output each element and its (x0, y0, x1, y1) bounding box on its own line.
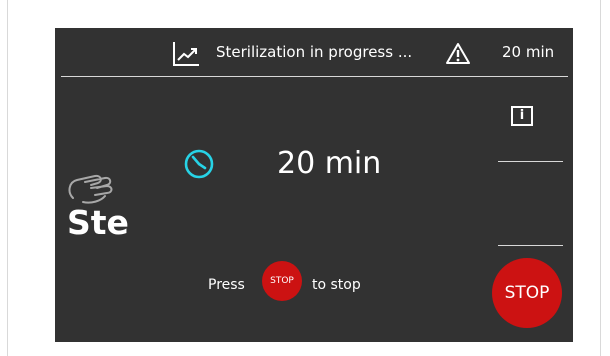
partial-label: Ste (67, 203, 129, 242)
press-label: Press (208, 277, 245, 293)
timer-value: 20 min (277, 146, 382, 181)
trend-chart-icon[interactable] (172, 41, 200, 67)
mini-stop-icon: STOP (262, 261, 302, 301)
status-bar: Sterilization in progress ... 20 min (55, 28, 573, 77)
remaining-time-header: 20 min (502, 43, 555, 61)
status-text: Sterilization in progress ... (216, 43, 413, 61)
side-divider-bottom (498, 245, 563, 246)
header-divider (61, 76, 568, 77)
device-screen: Sterilization in progress ... 20 min i 2… (55, 28, 573, 342)
stop-button[interactable]: STOP (492, 258, 562, 328)
info-button[interactable]: i (511, 106, 533, 126)
to-stop-label: to stop (312, 277, 361, 293)
side-divider-top (498, 161, 563, 162)
press-stop-hint: Press STOP to stop (208, 261, 438, 305)
clock-icon (184, 149, 214, 179)
warning-triangle-icon[interactable] (446, 42, 470, 64)
